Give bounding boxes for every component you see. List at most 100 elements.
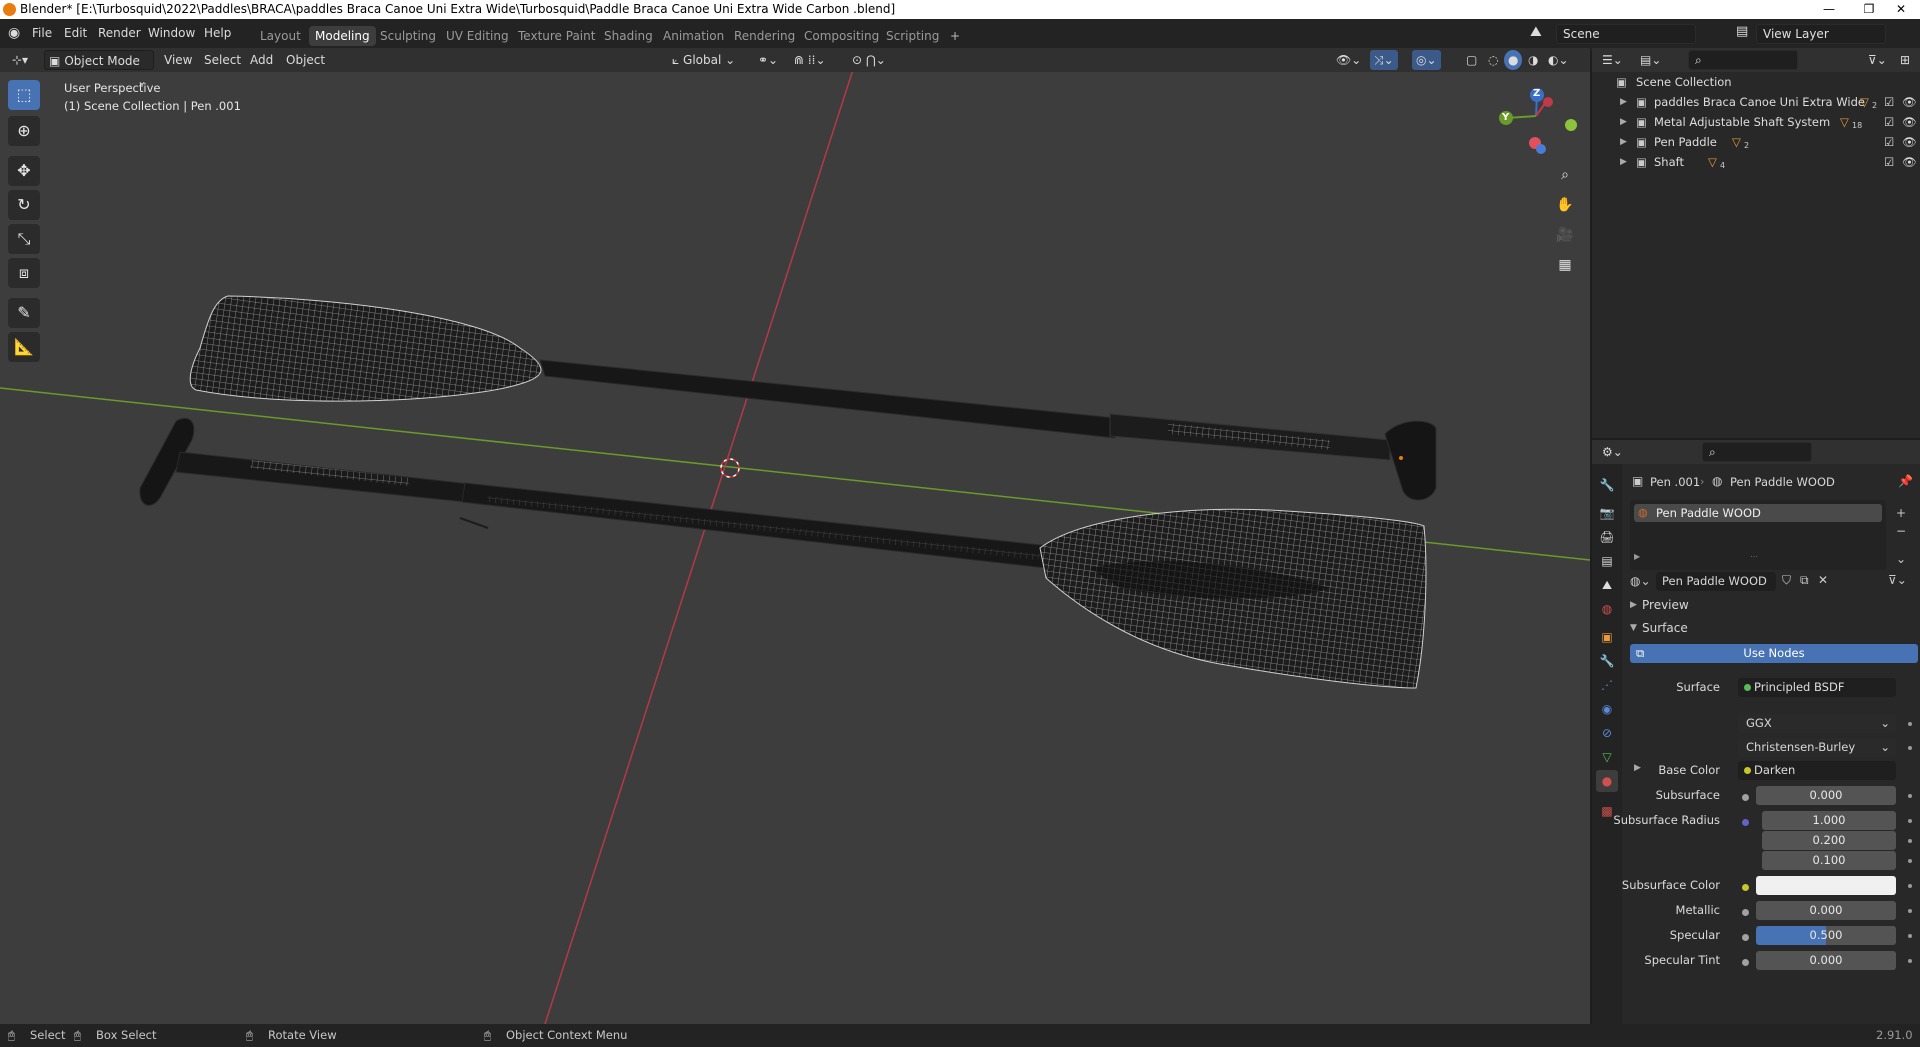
subsurface-radius-z-field[interactable]: 0.100	[1762, 851, 1896, 870]
checkbox-icon[interactable]: ☑	[1884, 112, 1894, 132]
snap-icon[interactable]: ⋒ ⁞⁞⌄	[790, 50, 830, 70]
remove-slot-icon[interactable]: −	[1896, 524, 1906, 538]
new-collection-icon[interactable]: ⊞	[1896, 50, 1914, 70]
scene-field[interactable]: Scene	[1556, 24, 1696, 44]
keyframe-dot[interactable]	[1908, 746, 1912, 750]
menu-object[interactable]: Object	[282, 50, 329, 70]
menu-edit[interactable]: Edit	[64, 26, 87, 40]
pivot-point-icon[interactable]: ⚭⌄	[754, 50, 782, 70]
camera-icon[interactable]: 🎥	[1552, 222, 1578, 248]
surface-collapse-icon[interactable]: ▼	[1630, 623, 1637, 633]
tab-sculpting[interactable]: Sculpting	[374, 26, 442, 46]
surface-panel-header[interactable]: Surface	[1642, 621, 1688, 635]
checkbox-icon[interactable]: ☑	[1884, 152, 1894, 172]
material-slot-item[interactable]: ◍ Pen Paddle WOOD	[1634, 504, 1882, 522]
base-color-link-field[interactable]: Darken	[1738, 761, 1896, 780]
world-tab-icon[interactable]: ◍	[1596, 598, 1618, 620]
outliner-editor-icon[interactable]: ☰⌄	[1598, 50, 1627, 70]
outliner-item[interactable]: ▶ ▣ paddles Braca Canoe Uni Extra Wide ▽…	[1592, 92, 1920, 112]
menu-file[interactable]: File	[32, 26, 52, 40]
3d-viewport[interactable]: Z Y User Perspective (1) Scene Collectio…	[0, 48, 1590, 1024]
select-box-tool-button[interactable]: ⬚	[8, 80, 40, 110]
subsurface-method-dropdown[interactable]: Christensen-Burley ⌄	[1738, 738, 1896, 757]
checkbox-icon[interactable]: ☑	[1884, 132, 1894, 152]
expand-arrow-icon[interactable]: ▶	[1620, 132, 1627, 152]
outliner-search-input[interactable]: ⌕	[1688, 50, 1798, 70]
visibility-icon[interactable]: 👁⌄	[1332, 50, 1365, 70]
solid-shading-icon[interactable]: ●	[1504, 50, 1523, 70]
browse-material-icon[interactable]: ◍⌄	[1630, 574, 1651, 588]
expand-arrow-icon[interactable]: ▶	[1620, 112, 1627, 132]
eye-icon[interactable]: 👁	[1902, 132, 1917, 152]
data-tab-icon[interactable]: ▽	[1596, 746, 1618, 768]
menu-help[interactable]: Help	[204, 26, 231, 40]
close-button[interactable]: ✕	[1878, 0, 1920, 19]
object-mode-dropdown[interactable]: ▣ Object Mode ⌄	[44, 50, 154, 88]
cursor-tool-button[interactable]: ⊕	[8, 116, 40, 146]
keyframe-dot[interactable]	[1908, 884, 1912, 888]
specular-tint-field[interactable]: 0.000	[1756, 951, 1896, 970]
keyframe-dot[interactable]	[1908, 909, 1912, 913]
zoom-icon[interactable]: ⌕	[1552, 162, 1578, 188]
gizmo-toggle-icon[interactable]: ⤨⌄	[1370, 50, 1398, 70]
xray-icon[interactable]: ▢	[1462, 50, 1481, 70]
rotate-tool-button[interactable]: ↻	[8, 190, 40, 220]
transform-tool-button[interactable]: ⧈	[8, 258, 40, 288]
fake-user-icon[interactable]: ⛉	[1782, 573, 1791, 588]
editor-type-icon[interactable]: ⊹▾	[8, 50, 32, 70]
outliner-scene-collection[interactable]: ▣ Scene Collection	[1592, 72, 1920, 92]
preview-panel-header[interactable]: Preview	[1642, 598, 1689, 612]
output-tab-icon[interactable]: 🖨	[1596, 526, 1618, 548]
menu-render[interactable]: Render	[98, 26, 141, 40]
eye-icon[interactable]: 👁	[1902, 112, 1917, 132]
tab-shading[interactable]: Shading	[598, 26, 659, 46]
tab-modeling[interactable]: Modeling	[309, 26, 376, 46]
constraints-tab-icon[interactable]: ⊘	[1596, 722, 1618, 744]
view-layer-field[interactable]: View Layer	[1756, 24, 1886, 44]
subsurface-radius-y-field[interactable]: 0.200	[1762, 831, 1896, 850]
render-tab-icon[interactable]: 📷	[1596, 502, 1618, 524]
lower-paddle-mesh[interactable]	[139, 417, 1427, 689]
subsurface-field[interactable]: 0.000	[1756, 786, 1896, 805]
display-mode-icon[interactable]: ▤⌄	[1636, 50, 1665, 70]
keyframe-dot[interactable]	[1908, 859, 1912, 863]
scene-icon[interactable]: ⛰	[1530, 24, 1542, 40]
tab-rendering[interactable]: Rendering	[728, 26, 801, 46]
keyframe-dot[interactable]	[1908, 839, 1912, 843]
use-nodes-button[interactable]: ⧉ Use Nodes	[1630, 644, 1918, 663]
orientation-dropdown[interactable]: ⟀ Global ⌄	[668, 50, 739, 70]
proportional-edit-icon[interactable]: ⊙ ⋂⌄	[848, 50, 890, 70]
move-tool-button[interactable]: ✥	[8, 156, 40, 186]
outliner-item[interactable]: ▶ ▣ Pen Paddle ▽ 2 ☑ 👁	[1592, 132, 1920, 152]
keyframe-dot[interactable]	[1908, 959, 1912, 963]
preview-expand-icon[interactable]: ▶	[1630, 600, 1637, 610]
resize-grip-icon[interactable]: ⋯	[1750, 552, 1758, 561]
view-layer-tab-icon[interactable]: ▤	[1596, 550, 1618, 572]
scene-tab-icon[interactable]: ⛰	[1596, 574, 1618, 596]
keyframe-dot[interactable]	[1908, 819, 1912, 823]
menu-add[interactable]: Add	[246, 50, 277, 70]
expand-arrow-icon[interactable]: ▶	[1620, 152, 1627, 172]
checkbox-icon[interactable]: ☑	[1884, 92, 1894, 112]
upper-paddle-mesh[interactable]	[189, 295, 1437, 501]
surface-shader-field[interactable]: Principled BSDF	[1738, 678, 1896, 697]
rendered-shading-icon[interactable]: ◐⌄	[1544, 50, 1573, 70]
ortho-grid-icon[interactable]: ▦	[1552, 252, 1578, 278]
properties-editor-icon[interactable]: ⚙⌄	[1598, 442, 1627, 462]
menu-select[interactable]: Select	[200, 50, 245, 70]
material-name-field[interactable]: Pen Paddle WOOD	[1656, 572, 1776, 591]
annotate-tool-button[interactable]: ✎	[8, 298, 40, 328]
unlink-material-icon[interactable]: ✕	[1818, 573, 1828, 587]
tab-texture-paint[interactable]: Texture Paint	[512, 26, 601, 46]
pan-hand-icon[interactable]: ✋	[1552, 192, 1578, 218]
eye-icon[interactable]: 👁	[1902, 92, 1917, 112]
physics-tab-icon[interactable]: ◉	[1596, 698, 1618, 720]
add-slot-icon[interactable]: +	[1896, 506, 1906, 520]
properties-search-input[interactable]: ⌕	[1702, 442, 1812, 462]
expand-arrow-icon[interactable]: ▶	[1634, 552, 1640, 561]
scale-tool-button[interactable]: ⤡	[8, 224, 40, 254]
material-tab-icon[interactable]: ●	[1596, 770, 1618, 792]
specular-slider[interactable]: 0.500	[1756, 926, 1896, 945]
filter-icon[interactable]: ⊽⌄	[1864, 50, 1891, 70]
slot-menu-chevron-icon[interactable]: ⌄	[1896, 552, 1906, 566]
